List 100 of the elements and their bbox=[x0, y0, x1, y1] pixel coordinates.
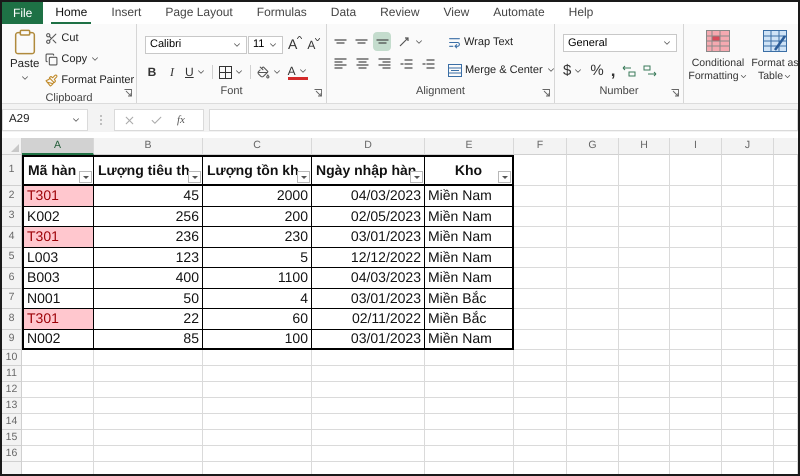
empty-cell[interactable] bbox=[670, 446, 722, 462]
empty-cell[interactable] bbox=[619, 248, 670, 268]
empty-cell[interactable] bbox=[94, 366, 203, 382]
empty-cell[interactable] bbox=[619, 398, 670, 414]
empty-cell[interactable] bbox=[670, 227, 722, 248]
empty-cell[interactable] bbox=[774, 430, 798, 446]
empty-cell[interactable] bbox=[722, 398, 774, 414]
empty-cell[interactable] bbox=[567, 248, 619, 268]
row-header[interactable]: 10 bbox=[2, 350, 22, 366]
fill-color-button[interactable] bbox=[256, 66, 282, 78]
row-header[interactable]: 1 bbox=[2, 155, 22, 186]
empty-cell[interactable] bbox=[670, 288, 722, 309]
empty-cell[interactable] bbox=[312, 382, 425, 398]
empty-cell[interactable] bbox=[514, 186, 567, 206]
empty-cell[interactable] bbox=[514, 330, 567, 350]
empty-cell[interactable] bbox=[312, 350, 425, 366]
empty-cell[interactable] bbox=[774, 309, 798, 330]
ribbon-tab[interactable]: Help bbox=[564, 2, 598, 24]
filter-button[interactable] bbox=[297, 171, 310, 183]
comma-style-button[interactable]: , bbox=[610, 64, 616, 78]
empty-cell[interactable] bbox=[425, 398, 514, 414]
empty-cell[interactable] bbox=[514, 414, 567, 430]
empty-cell[interactable] bbox=[94, 430, 203, 446]
empty-cell[interactable] bbox=[774, 155, 798, 186]
empty-cell[interactable] bbox=[425, 446, 514, 462]
empty-cell[interactable] bbox=[722, 309, 774, 330]
empty-cell[interactable] bbox=[514, 350, 567, 366]
empty-cell[interactable] bbox=[774, 227, 798, 248]
empty-cell[interactable] bbox=[567, 446, 619, 462]
format-painter-button[interactable]: Format Painter bbox=[43, 70, 136, 90]
empty-cell[interactable] bbox=[567, 414, 619, 430]
empty-cell[interactable] bbox=[567, 227, 619, 248]
empty-cell[interactable] bbox=[425, 414, 514, 430]
empty-cell[interactable] bbox=[774, 248, 798, 268]
dialog-launcher-icon[interactable] bbox=[542, 89, 550, 97]
empty-cell[interactable] bbox=[670, 382, 722, 398]
ribbon-tab[interactable]: Review bbox=[376, 2, 424, 24]
empty-cell[interactable] bbox=[722, 155, 774, 186]
empty-cell[interactable] bbox=[670, 430, 722, 446]
empty-cell[interactable] bbox=[722, 268, 774, 288]
empty-cell[interactable] bbox=[514, 382, 567, 398]
row-header[interactable]: 14 bbox=[2, 414, 22, 430]
empty-cell[interactable] bbox=[567, 366, 619, 382]
row-header[interactable]: 6 bbox=[2, 268, 22, 288]
currency-button[interactable]: $ bbox=[563, 60, 584, 82]
empty-cell[interactable] bbox=[722, 248, 774, 268]
empty-cell[interactable] bbox=[514, 155, 567, 186]
empty-cell[interactable] bbox=[619, 330, 670, 350]
empty-cell[interactable] bbox=[312, 430, 425, 446]
empty-cell[interactable] bbox=[774, 206, 798, 227]
empty-cell[interactable] bbox=[774, 186, 798, 206]
italic-button[interactable]: I bbox=[165, 63, 179, 81]
decimal-arrow-icon[interactable] bbox=[643, 65, 658, 78]
empty-cell[interactable] bbox=[774, 398, 798, 414]
empty-cell[interactable] bbox=[567, 288, 619, 309]
empty-cell[interactable] bbox=[203, 430, 312, 446]
insert-function-button[interactable]: fx bbox=[177, 112, 185, 128]
empty-cell[interactable] bbox=[619, 206, 670, 227]
filter-button[interactable] bbox=[79, 171, 92, 183]
empty-cell[interactable] bbox=[722, 446, 774, 462]
row-header[interactable] bbox=[2, 462, 22, 474]
empty-cell[interactable] bbox=[312, 414, 425, 430]
empty-cell[interactable] bbox=[722, 350, 774, 366]
font-size-dropdown[interactable]: 11 bbox=[248, 36, 283, 54]
row-header[interactable]: 16 bbox=[2, 446, 22, 462]
filter-button[interactable] bbox=[188, 171, 201, 183]
empty-cell[interactable] bbox=[619, 186, 670, 206]
empty-cell[interactable] bbox=[722, 366, 774, 382]
select-all-corner[interactable] bbox=[11, 144, 19, 152]
enter-icon[interactable] bbox=[150, 114, 163, 126]
empty-cell[interactable] bbox=[94, 382, 203, 398]
empty-cell[interactable] bbox=[774, 288, 798, 309]
column-header[interactable]: H bbox=[619, 138, 670, 155]
empty-cell[interactable] bbox=[619, 288, 670, 309]
ribbon-tab[interactable]: View bbox=[440, 2, 474, 24]
empty-cell[interactable] bbox=[670, 366, 722, 382]
filter-button[interactable] bbox=[498, 171, 511, 183]
empty-cell[interactable] bbox=[670, 398, 722, 414]
empty-cell[interactable] bbox=[619, 366, 670, 382]
copy-button[interactable]: Copy bbox=[43, 49, 136, 69]
shrink-font-button[interactable]: A bbox=[307, 36, 320, 54]
empty-cell[interactable] bbox=[567, 382, 619, 398]
row-header[interactable]: 9 bbox=[2, 330, 22, 350]
empty-cell[interactable] bbox=[514, 288, 567, 309]
formula-input[interactable] bbox=[209, 109, 798, 131]
empty-cell[interactable] bbox=[722, 330, 774, 350]
dialog-launcher-icon[interactable] bbox=[671, 89, 679, 97]
column-header[interactable]: C bbox=[203, 138, 312, 155]
name-box[interactable]: A29 bbox=[2, 109, 88, 131]
row-header[interactable]: 11 bbox=[2, 366, 22, 382]
number-format-dropdown[interactable]: General bbox=[563, 34, 677, 52]
empty-cell[interactable] bbox=[774, 414, 798, 430]
empty-cell[interactable] bbox=[670, 350, 722, 366]
file-tab[interactable]: File bbox=[2, 2, 44, 24]
font-color-button[interactable]: A bbox=[288, 64, 308, 80]
empty-cell[interactable] bbox=[203, 398, 312, 414]
empty-cell[interactable] bbox=[203, 382, 312, 398]
empty-cell[interactable] bbox=[94, 350, 203, 366]
cancel-icon[interactable] bbox=[123, 114, 136, 126]
column-header[interactable]: F bbox=[514, 138, 567, 155]
